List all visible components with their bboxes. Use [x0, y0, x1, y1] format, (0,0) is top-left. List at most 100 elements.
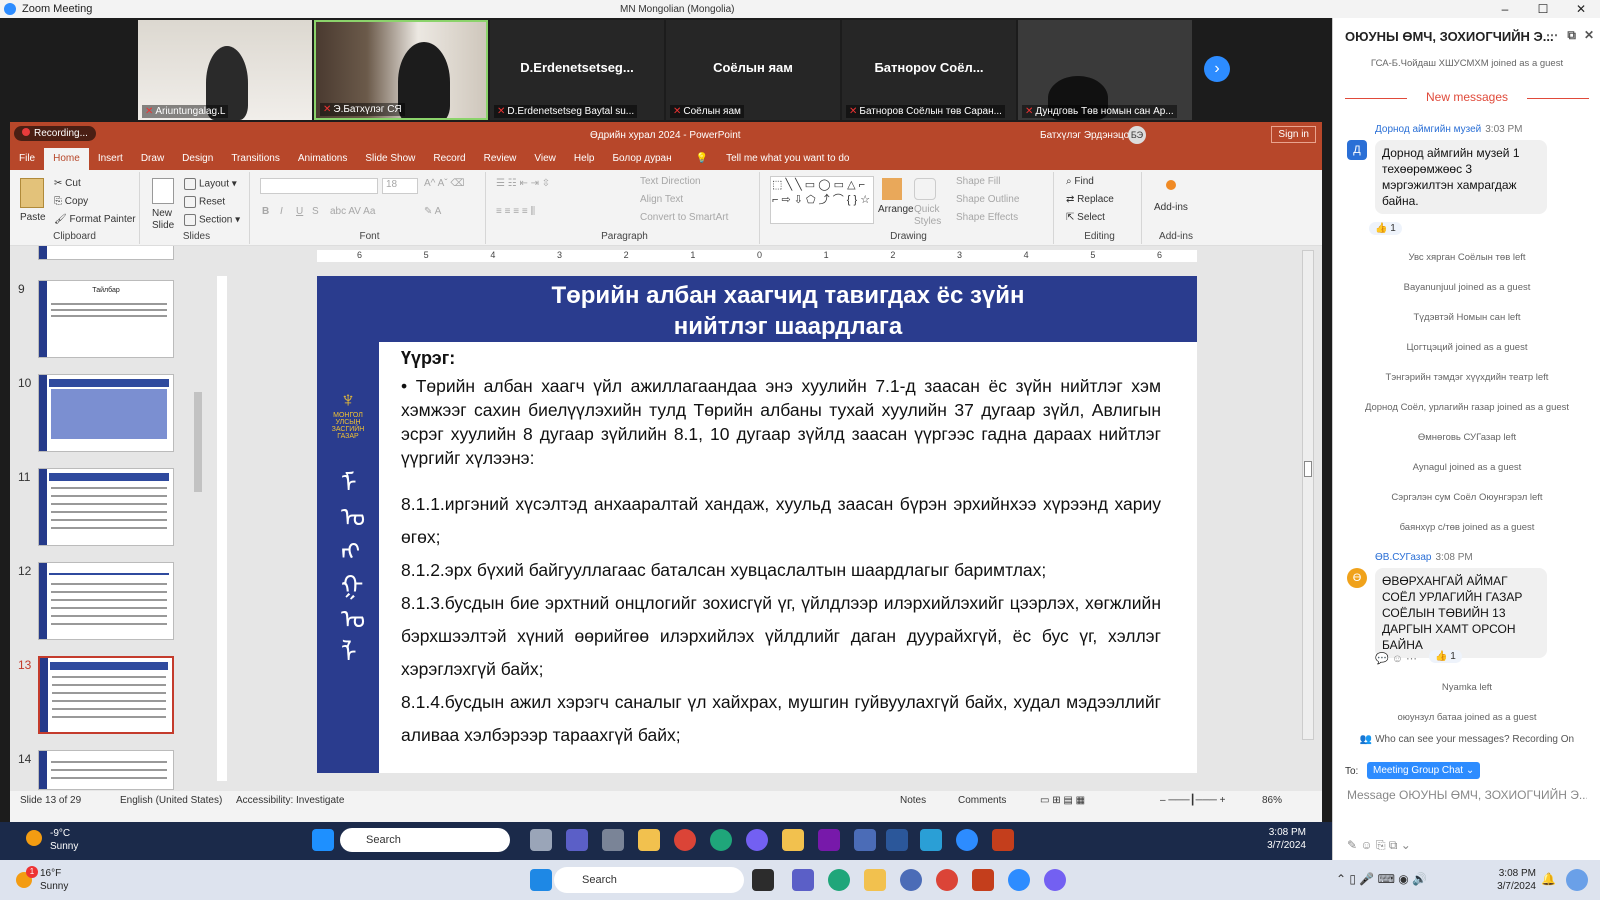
file-explorer-icon[interactable]: [638, 829, 660, 851]
avatar[interactable]: БЭ: [1128, 126, 1146, 144]
participant-tile[interactable]: Батнорov Соёл... ✕ Батноров Соёлын төв Са…: [842, 20, 1016, 120]
bullets-icon[interactable]: ☰ ☷ ⇤ ⇥ ⇳: [496, 178, 550, 189]
shape-fill-button[interactable]: Shape Fill: [956, 176, 1000, 187]
edge-icon[interactable]: [710, 829, 732, 851]
popout-icon[interactable]: ⧉: [1567, 28, 1576, 43]
notification-bell-icon[interactable]: 🔔: [1541, 872, 1556, 886]
task-view-icon[interactable]: [752, 869, 774, 891]
reaction-badge[interactable]: 👍 1: [1369, 222, 1402, 235]
powerpoint-icon[interactable]: [992, 829, 1014, 851]
text-direction-button[interactable]: Text Direction: [640, 176, 701, 187]
thumbnail-scrollbar[interactable]: [192, 246, 204, 784]
chat-message[interactable]: Дорнод аймгийн музей 1 техөөрөмжөөс 3 мэ…: [1375, 140, 1547, 214]
edge-icon[interactable]: [828, 869, 850, 891]
file-explorer-icon[interactable]: [864, 869, 886, 891]
align-icons[interactable]: ≡ ≡ ≡ ≡ ⫼: [496, 206, 535, 217]
maximize-button[interactable]: ☐: [1524, 0, 1562, 18]
bold-button[interactable]: B: [262, 206, 269, 217]
find-button[interactable]: ⌕ Find: [1066, 176, 1094, 187]
message-sender[interactable]: Дорнод аймгийн музей 3:03 PM: [1375, 124, 1523, 135]
accessibility-status[interactable]: Accessibility: Investigate: [236, 795, 344, 806]
shapes-gallery[interactable]: ⬚ ╲ ╲ ▭ ◯ ▭ △ ⌐ ⌐ ⇨ ⇩ ⬠ ⤴ ⌒ { } ☆: [770, 176, 874, 224]
shadow-button[interactable]: S: [312, 206, 319, 217]
sign-in-button[interactable]: Sign in: [1271, 126, 1316, 143]
task-view-icon[interactable]: [530, 829, 552, 851]
tab-view[interactable]: View: [525, 148, 565, 170]
teams-icon[interactable]: [792, 869, 814, 891]
tab-record[interactable]: Record: [424, 148, 474, 170]
slide-body-text[interactable]: Үүрэг: • Төрийн албан хаагч үйл ажиллага…: [401, 346, 1161, 752]
onenote-icon[interactable]: [818, 829, 840, 851]
app-icon[interactable]: [854, 829, 876, 851]
privacy-notice[interactable]: 👥 Who can see your messages? Recording O…: [1333, 734, 1600, 745]
participant-tile[interactable]: D.Erdenetsetseg... ✕ D.Erdenetsetseg Bayt…: [490, 20, 664, 120]
tell-me-search[interactable]: Tell me what you want to do: [717, 148, 858, 170]
close-icon[interactable]: ✕: [1584, 28, 1594, 42]
app-icon[interactable]: [900, 869, 922, 891]
arrange-button[interactable]: Arrange: [878, 204, 914, 215]
next-page-button[interactable]: ›: [1204, 56, 1230, 82]
viber-icon[interactable]: [1044, 869, 1066, 891]
remote-weather[interactable]: -9°C Sunny: [50, 827, 78, 853]
windows-start-icon[interactable]: [530, 869, 552, 891]
more-icon[interactable]: ⋯: [1546, 28, 1558, 42]
font-size-select[interactable]: 18: [382, 178, 418, 194]
grow-font-icon[interactable]: A^ Aˇ ⌫: [424, 178, 465, 189]
zoom-level[interactable]: 86%: [1262, 795, 1282, 806]
recipient-dropdown[interactable]: Meeting Group Chat ⌄: [1367, 762, 1481, 779]
tab-review[interactable]: Review: [475, 148, 526, 170]
close-window-button[interactable]: ✕: [1562, 0, 1600, 18]
copilot-icon[interactable]: [1566, 869, 1588, 891]
tab-home[interactable]: Home: [44, 148, 89, 170]
comments-button[interactable]: Comments: [958, 795, 1006, 806]
convert-smartart-button[interactable]: Convert to SmartArt: [640, 212, 728, 223]
chrome-icon[interactable]: [936, 869, 958, 891]
message-sender[interactable]: ӨВ.СУГазар 3:08 PM: [1375, 552, 1473, 563]
slide-thumbnail[interactable]: 9 Тайлбар: [10, 280, 190, 360]
participant-tile[interactable]: Соёлын яам ✕ Соёлын яам: [666, 20, 840, 120]
align-text-button[interactable]: Align Text: [640, 194, 683, 205]
app-icon[interactable]: [920, 829, 942, 851]
slide-thumbnail[interactable]: 11: [10, 468, 190, 548]
reaction-badge[interactable]: 👍 1: [1429, 650, 1462, 663]
tab-bolor-duran[interactable]: Болор дуран: [603, 148, 680, 170]
slide-thumbnail[interactable]: 10: [10, 374, 190, 454]
local-search-box[interactable]: Search: [554, 867, 744, 893]
local-weather[interactable]: 16°F Sunny: [40, 867, 68, 893]
tab-transitions[interactable]: Transitions: [222, 148, 289, 170]
select-button[interactable]: ⇱ Select: [1066, 212, 1105, 223]
minimize-button[interactable]: –: [1486, 0, 1524, 18]
notes-button[interactable]: Notes: [900, 795, 926, 806]
italic-button[interactable]: I: [280, 206, 283, 217]
shape-effects-button[interactable]: Shape Effects: [956, 212, 1018, 223]
app-icon[interactable]: [602, 829, 624, 851]
layout-button[interactable]: Layout ▾: [184, 178, 237, 190]
windows-start-icon[interactable]: [312, 829, 334, 851]
tab-help[interactable]: Help: [565, 148, 604, 170]
sticky-notes-icon[interactable]: [782, 829, 804, 851]
addins-icon[interactable]: [1166, 180, 1176, 190]
input-language-indicator[interactable]: MN Mongolian (Mongolia): [620, 4, 735, 15]
slide-thumbnail-selected[interactable]: 13: [10, 656, 190, 736]
zoom-slider[interactable]: – ───┃─── +: [1160, 795, 1226, 806]
arrange-icon[interactable]: [882, 178, 902, 200]
zoom-icon[interactable]: [956, 829, 978, 851]
slide-thumbnail[interactable]: 12: [10, 562, 190, 642]
message-input[interactable]: Message ОЮУНЫ ӨМЧ, ЗОХИОГЧИЙН Э...: [1347, 788, 1587, 802]
powerpoint-icon[interactable]: [972, 869, 994, 891]
teams-icon[interactable]: [566, 829, 588, 851]
font-family-select[interactable]: [260, 178, 378, 194]
underline-button[interactable]: U: [296, 206, 303, 217]
tab-insert[interactable]: Insert: [89, 148, 132, 170]
avatar[interactable]: Ө: [1347, 568, 1367, 588]
tab-file[interactable]: File: [10, 148, 44, 170]
replace-button[interactable]: ⇄ Replace: [1066, 194, 1114, 205]
avatar[interactable]: Д: [1347, 140, 1367, 160]
participant-tile[interactable]: ✕ Ariuntungalag.L: [138, 20, 312, 120]
current-slide[interactable]: Төрийн албан хаагчид тавигдах ёс зүйн ни…: [317, 276, 1197, 773]
quick-styles-button[interactable]: Quick Styles: [914, 204, 946, 228]
chrome-icon[interactable]: [674, 829, 696, 851]
recording-indicator[interactable]: Recording...: [14, 126, 96, 141]
tab-animations[interactable]: Animations: [289, 148, 356, 170]
word-icon[interactable]: [886, 829, 908, 851]
